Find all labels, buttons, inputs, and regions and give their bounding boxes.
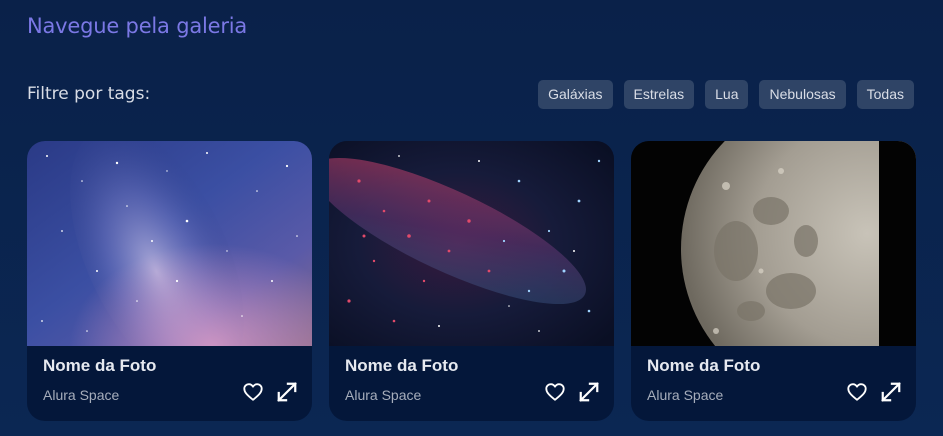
expand-icon[interactable] bbox=[578, 381, 600, 403]
photo-author: Alura Space bbox=[647, 387, 724, 403]
filter-label: Filtre por tags: bbox=[27, 84, 151, 104]
photo-grid: Nome da Foto Alura Space Nome da Foto Al… bbox=[27, 141, 916, 421]
gallery-title: Navegue pela galeria bbox=[27, 14, 248, 38]
photo-card: Nome da Foto Alura Space bbox=[631, 141, 916, 421]
photo-star-field[interactable] bbox=[329, 141, 614, 346]
photo-card: Nome da Foto Alura Space bbox=[329, 141, 614, 421]
photo-milky-way[interactable] bbox=[27, 141, 312, 346]
photo-name: Nome da Foto bbox=[43, 356, 157, 375]
heart-icon[interactable] bbox=[544, 381, 566, 403]
gallery-section: Navegue pela galeria Filtre por tags: Ga… bbox=[0, 0, 943, 436]
photo-name: Nome da Foto bbox=[345, 356, 459, 375]
expand-icon[interactable] bbox=[276, 381, 298, 403]
tag-nebulosas[interactable]: Nebulosas bbox=[759, 80, 846, 109]
tag-list: Galáxias Estrelas Lua Nebulosas Todas bbox=[538, 80, 914, 109]
photo-author: Alura Space bbox=[345, 387, 422, 403]
photo-card: Nome da Foto Alura Space bbox=[27, 141, 312, 421]
photo-name: Nome da Foto bbox=[647, 356, 761, 375]
tag-estrelas[interactable]: Estrelas bbox=[623, 80, 695, 109]
tag-todas[interactable]: Todas bbox=[856, 80, 914, 109]
heart-icon[interactable] bbox=[242, 381, 264, 403]
card-actions bbox=[846, 381, 902, 403]
photo-moon[interactable] bbox=[631, 141, 916, 346]
card-actions bbox=[242, 381, 298, 403]
card-actions bbox=[544, 381, 600, 403]
heart-icon[interactable] bbox=[846, 381, 868, 403]
tag-lua[interactable]: Lua bbox=[705, 80, 749, 109]
tag-galaxias[interactable]: Galáxias bbox=[538, 80, 613, 109]
photo-author: Alura Space bbox=[43, 387, 120, 403]
expand-icon[interactable] bbox=[880, 381, 902, 403]
